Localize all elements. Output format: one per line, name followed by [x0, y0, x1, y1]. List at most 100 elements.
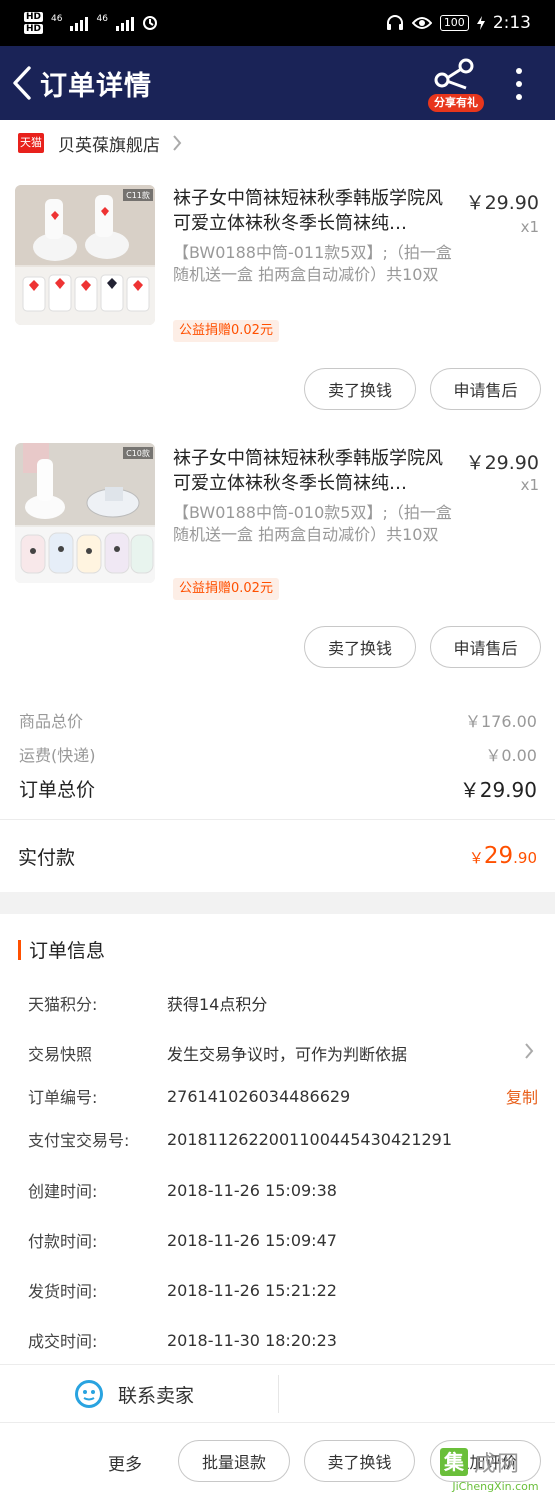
- network2-label: 46: [96, 14, 108, 24]
- store-name: 贝英葆旗舰店: [58, 135, 160, 156]
- network1-label: 46: [51, 14, 63, 24]
- more-menu-button[interactable]: [505, 64, 533, 104]
- section-gap: [0, 892, 555, 914]
- shipping-row: 运费(快递) ￥0.00: [19, 742, 537, 766]
- product-sku: 【BW0188中筒-011款5双】;（拍一盒随机送一盒 拍两盒自动减价）共10双: [173, 243, 452, 284]
- product-item: C10款 袜子女中筒袜短袜秋季韩版学院风可爱立体袜秋冬季长筒袜纯… ￥29.90…: [0, 436, 555, 696]
- info-key: 成交时间:: [28, 1332, 98, 1351]
- watermark-logo-icon: 集: [440, 1448, 468, 1476]
- dot-icon: [516, 68, 522, 74]
- order-total-row: 订单总价 ￥29.90: [19, 774, 537, 803]
- signal2-icon: [115, 15, 134, 31]
- paid-value: ￥29.90: [469, 843, 537, 869]
- paid-label: 实付款: [18, 846, 76, 869]
- info-row-paid: 付款时间: 2018-11-26 15:09:47: [28, 1227, 538, 1253]
- shipping-value: ￥0.00: [485, 746, 537, 765]
- signal1-icon: [70, 15, 89, 31]
- back-button[interactable]: [4, 46, 40, 120]
- info-value: 276141026034486629: [167, 1086, 351, 1106]
- sell-for-cash-button[interactable]: 卖了换钱: [304, 368, 416, 410]
- info-key: 天猫积分:: [28, 995, 98, 1014]
- chevron-right-icon: [525, 1043, 534, 1059]
- charity-tag: 公益捐赠0.02元: [173, 320, 279, 342]
- socks-photo-icon: C10款: [15, 443, 155, 583]
- share-icon: [434, 58, 474, 90]
- copy-button[interactable]: 复制: [506, 1084, 538, 1108]
- page-title: 订单详情: [40, 70, 152, 102]
- watermark-cn: 成网: [474, 1452, 521, 1477]
- clock: 2:13: [492, 13, 531, 33]
- headset-icon: [386, 15, 403, 30]
- info-row-snapshot[interactable]: 交易快照 发生交易争议时，可作为判断依据: [28, 1040, 538, 1066]
- order-info-section: 订单信息 天猫积分: 获得14点积分 交易快照 发生交易争议时，可作为判断依据 …: [0, 914, 555, 1364]
- info-value: 2018-11-26 15:09:38: [167, 1180, 337, 1200]
- after-sales-button[interactable]: 申请售后: [430, 626, 541, 668]
- shipping-label: 运费(快递): [19, 746, 96, 765]
- product-price: ￥29.90: [465, 452, 539, 474]
- info-value: 2018-11-30 18:20:23: [167, 1330, 337, 1350]
- info-key: 创建时间:: [28, 1182, 98, 1201]
- contact-bar: 联系卖家: [0, 1364, 555, 1422]
- info-key: 付款时间:: [28, 1232, 98, 1251]
- info-row-created: 创建时间: 2018-11-26 15:09:38: [28, 1177, 538, 1203]
- product-quantity: x1: [520, 476, 539, 494]
- product-image[interactable]: C10款: [15, 443, 155, 583]
- goods-total-row: 商品总价 ￥176.00: [19, 708, 537, 732]
- order-total-label: 订单总价: [19, 779, 96, 801]
- goods-total-label: 商品总价: [19, 712, 84, 731]
- product-quantity: x1: [520, 218, 539, 236]
- socks-photo-icon: C11款: [15, 185, 155, 325]
- chevron-right-icon: [173, 135, 182, 151]
- order-detail-screen: HD HD 46 46 100 2:13 订单详情 分享有礼 天猫 贝英葆旗舰店…: [0, 0, 555, 1500]
- chevron-left-icon: [13, 66, 31, 100]
- sim-indicator: HD HD: [24, 12, 44, 34]
- divider: [278, 1375, 279, 1413]
- info-row-shipped: 发货时间: 2018-11-26 15:21:22: [28, 1277, 538, 1303]
- product-title[interactable]: 袜子女中筒袜短袜秋季韩版学院风可爱立体袜秋冬季长筒袜纯…: [173, 186, 458, 236]
- site-watermark: 集 成网 JiChengXin.com: [436, 1444, 555, 1500]
- data-saver-icon: [142, 16, 157, 30]
- batch-refund-button[interactable]: 批量退款: [178, 1440, 290, 1482]
- image-label: C11款: [126, 190, 150, 200]
- sell-for-cash-button[interactable]: 卖了换钱: [304, 1440, 415, 1482]
- info-value: 2018-11-26 15:21:22: [167, 1280, 337, 1300]
- eye-comfort-icon: [411, 17, 432, 29]
- order-total-value: ￥29.90: [459, 778, 537, 802]
- info-key: 订单编号:: [28, 1088, 98, 1107]
- info-row-completed: 成交时间: 2018-11-30 18:20:23: [28, 1327, 538, 1353]
- order-info-title: 订单信息: [29, 940, 106, 962]
- dot-icon: [516, 81, 522, 87]
- info-row-points: 天猫积分: 获得14点积分: [28, 990, 538, 1016]
- image-label: C10款: [126, 448, 150, 458]
- product-title[interactable]: 袜子女中筒袜短袜秋季韩版学院风可爱立体袜秋冬季长筒袜纯…: [173, 446, 458, 496]
- sell-for-cash-button[interactable]: 卖了换钱: [304, 626, 416, 668]
- info-row-order-number: 订单编号: 276141026034486629 复制: [28, 1083, 538, 1109]
- dot-icon: [516, 94, 522, 100]
- sim2-label: HD: [24, 24, 44, 34]
- contact-seller-label: 联系卖家: [118, 1384, 195, 1407]
- info-value: 2018-11-26 15:09:47: [167, 1230, 337, 1250]
- status-bar: HD HD 46 46 100 2:13: [0, 0, 555, 46]
- watermark-en: JiChengXin.com: [452, 1480, 539, 1493]
- paid-decimal: .90: [513, 849, 537, 867]
- tmall-badge: 天猫: [18, 133, 44, 153]
- info-value: 发生交易争议时，可作为判断依据: [167, 1045, 408, 1064]
- battery-icon: 100: [439, 15, 469, 31]
- info-key: 支付宝交易号:: [28, 1131, 130, 1150]
- order-info-heading: 订单信息: [18, 936, 105, 963]
- share-reward-label: 分享有礼: [428, 94, 484, 112]
- product-price: ￥29.90: [465, 192, 539, 214]
- contact-seller-button[interactable]: 联系卖家: [74, 1379, 194, 1409]
- info-value: 获得14点积分: [167, 995, 268, 1014]
- paid-amount-row: 实付款 ￥29.90: [0, 820, 555, 892]
- store-row[interactable]: 天猫 贝英葆旗舰店: [0, 120, 555, 166]
- share-button[interactable]: 分享有礼: [428, 54, 486, 112]
- charity-tag: 公益捐赠0.02元: [173, 578, 279, 600]
- paid-integer: 29: [483, 843, 514, 869]
- more-actions-button[interactable]: 更多: [108, 1450, 142, 1475]
- status-right: 100 2:13: [386, 13, 531, 33]
- after-sales-button[interactable]: 申请售后: [430, 368, 541, 410]
- product-image[interactable]: C11款: [15, 185, 155, 325]
- paid-currency: ￥: [468, 849, 484, 867]
- goods-total-value: ￥176.00: [465, 712, 537, 731]
